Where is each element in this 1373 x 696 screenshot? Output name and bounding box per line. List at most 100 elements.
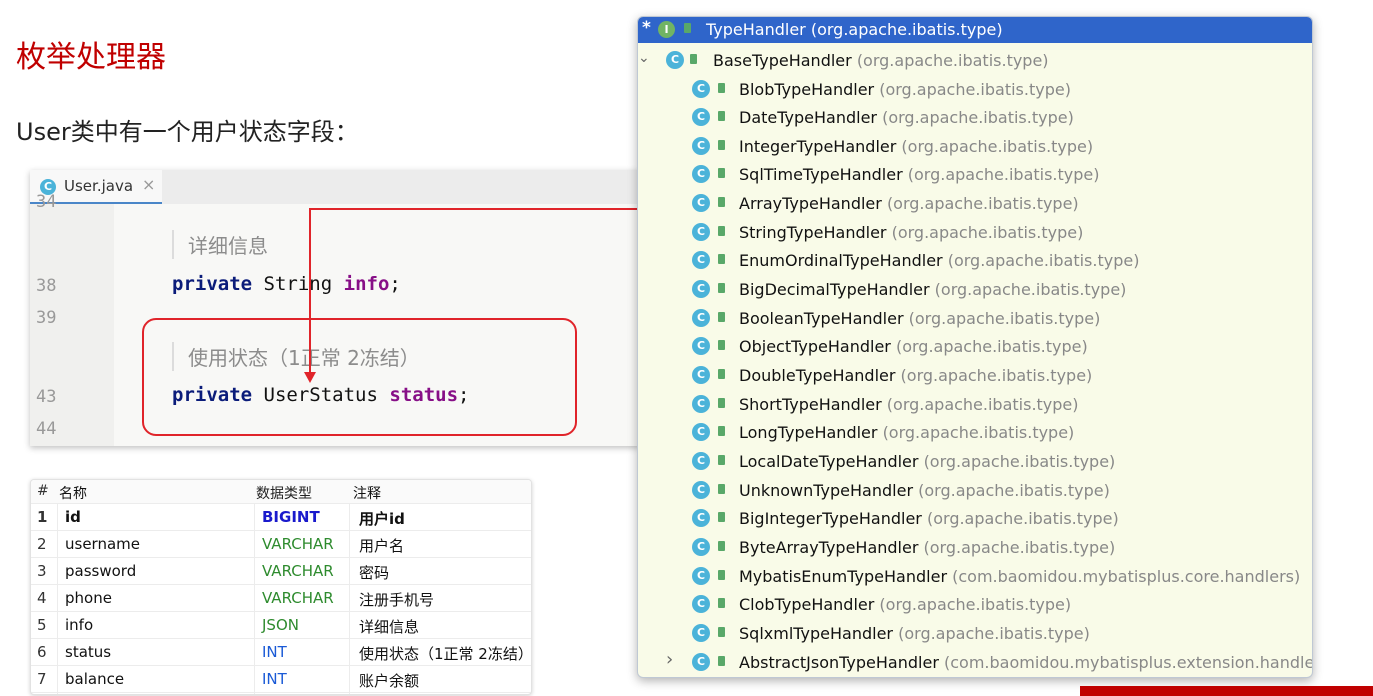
class-package: (org.apache.ibatis.type) <box>926 509 1119 529</box>
tree-item-label: UnknownTypeHandler (org.apache.ibatis.ty… <box>739 481 1110 500</box>
public-lock-icon <box>718 311 725 322</box>
table-row[interactable]: 6 status INT 使用状态（1正常 2冻结） <box>31 639 531 666</box>
table-row[interactable]: 2 username VARCHAR 用户名 <box>31 531 531 558</box>
interface-icon: I <box>658 21 675 38</box>
public-lock-icon <box>718 426 725 437</box>
class-icon: C <box>692 79 710 98</box>
footer-decoration <box>1080 686 1373 696</box>
tree-item[interactable]: C ByteArrayTypeHandler (org.apache.ibatis… <box>638 534 1312 562</box>
column-note: 注册手机号 <box>359 591 435 609</box>
row-index: 7 <box>37 670 47 688</box>
tree-item[interactable]: C BlobTypeHandler (org.apache.ibatis.type… <box>638 76 1312 104</box>
tree-item[interactable]: C BooleanTypeHandler (org.apache.ibatis.t… <box>638 305 1312 333</box>
hierarchy-header[interactable]: * I TypeHandler (org.apache.ibatis.type) <box>638 17 1312 43</box>
editor-tabbar: C User.java × <box>30 170 640 205</box>
interface-name: TypeHandler <box>706 20 806 39</box>
tree-item[interactable]: C ShortTypeHandler (org.apache.ibatis.typ… <box>638 391 1312 419</box>
table-row[interactable]: 4 phone VARCHAR 注册手机号 <box>31 585 531 612</box>
column-name: status <box>65 643 112 661</box>
class-package: (org.apache.ibatis.type) <box>882 108 1074 128</box>
public-lock-icon <box>718 225 725 236</box>
column-name: phone <box>65 589 112 607</box>
public-lock-icon <box>718 626 725 637</box>
class-icon: C <box>692 337 710 356</box>
tree-item-label: BigIntegerTypeHandler (org.apache.ibatis… <box>739 509 1119 528</box>
close-icon[interactable]: × <box>142 175 155 194</box>
tree-item[interactable]: C ArrayTypeHandler (org.apache.ibatis.typ… <box>638 190 1312 218</box>
column-name: password <box>65 562 137 580</box>
tree-item[interactable]: C BigDecimalTypeHandler (org.apache.ibati… <box>638 276 1312 304</box>
tree-item[interactable]: › C AbstractJsonTypeHandler (com.baomidou.… <box>638 649 1312 677</box>
class-package: (org.apache.ibatis.type) <box>907 165 1100 185</box>
class-icon: C <box>692 136 710 155</box>
tree-item[interactable]: C DateTypeHandler (org.apache.ibatis.type… <box>638 104 1312 132</box>
class-package: (org.apache.ibatis.type) <box>900 366 1093 385</box>
line-number: 44 <box>36 419 57 439</box>
tree-item-label: LocalDateTypeHandler (org.apache.ibatis.… <box>739 452 1115 471</box>
tree-item[interactable]: C IntegerTypeHandler (org.apache.ibatis.t… <box>638 133 1312 161</box>
tree-item[interactable]: C LocalDateTypeHandler (org.apache.ibatis… <box>638 448 1312 476</box>
tree-item-base[interactable]: ⌄ C BaseTypeHandler (org.apache.ibatis.t… <box>638 47 1312 75</box>
class-name: BigDecimalTypeHandler <box>739 280 930 300</box>
public-lock-icon <box>718 254 725 265</box>
tree-item[interactable]: C SqlTimeTypeHandler (org.apache.ibatis.t… <box>638 161 1312 189</box>
class-name: SqlTimeTypeHandler <box>739 165 903 185</box>
tab-label: User.java <box>64 177 134 195</box>
class-name: LocalDateTypeHandler <box>739 451 919 471</box>
class-package: (org.apache.ibatis.type) <box>879 595 1072 615</box>
header-name[interactable]: 名称 <box>59 483 87 503</box>
class-name: ShortTypeHandler <box>739 394 882 414</box>
public-lock-icon <box>718 168 725 179</box>
class-icon: C <box>666 51 684 69</box>
column-type: JSON <box>262 616 299 634</box>
row-index: 6 <box>37 643 47 661</box>
tree-item[interactable]: C ClobTypeHandler (org.apache.ibatis.type… <box>638 591 1312 619</box>
tree-item[interactable]: C UnknownTypeHandler (org.apache.ibatis.t… <box>638 477 1312 505</box>
tree-item-label: BaseTypeHandler (org.apache.ibatis.type) <box>713 51 1049 70</box>
public-lock-icon <box>718 454 725 465</box>
tree-item[interactable]: C BigIntegerTypeHandler (org.apache.ibati… <box>638 505 1312 533</box>
class-package: (org.apache.ibatis.type) <box>923 451 1116 471</box>
class-name: SqlxmlTypeHandler <box>739 623 894 643</box>
class-name: BlobTypeHandler <box>739 79 875 99</box>
public-lock-icon <box>718 197 725 208</box>
class-package: (org.apache.ibatis.type) <box>891 222 1084 242</box>
tree-item[interactable]: C StringTypeHandler (org.apache.ibatis.ty… <box>638 219 1312 247</box>
class-icon: C <box>692 595 710 614</box>
tree-item-label: StringTypeHandler (org.apache.ibatis.typ… <box>739 223 1083 242</box>
chevron-down-icon[interactable]: ⌄ <box>638 50 650 66</box>
class-package: (org.apache.ibatis.type) <box>856 51 1049 70</box>
row-index: 1 <box>37 508 48 526</box>
tree-item[interactable]: C LongTypeHandler (org.apache.ibatis.type… <box>638 419 1312 447</box>
column-type: BIGINT <box>262 508 320 526</box>
table-row[interactable]: 1 id BIGINT 用户id <box>31 504 531 531</box>
line-number: 38 <box>36 276 57 296</box>
header-note[interactable]: 注释 <box>353 483 381 503</box>
table-row[interactable]: 3 password VARCHAR 密码 <box>31 558 531 585</box>
keyword: private <box>172 273 253 295</box>
class-package: (org.apache.ibatis.type) <box>879 79 1071 99</box>
class-icon: C <box>692 566 710 585</box>
class-name: DoubleTypeHandler <box>739 366 896 385</box>
tree-item[interactable]: C MybatisEnumTypeHandler (com.baomidou.my… <box>638 563 1312 591</box>
header-type[interactable]: 数据类型 <box>256 483 312 503</box>
class-package: (org.apache.ibatis.type) <box>947 251 1140 271</box>
public-lock-icon <box>718 111 725 122</box>
class-icon: C <box>692 222 710 241</box>
class-icon: C <box>692 394 710 413</box>
header-index[interactable]: # <box>37 483 49 499</box>
column-note: 用户id <box>359 510 405 528</box>
tree-item-label: BooleanTypeHandler (org.apache.ibatis.ty… <box>739 309 1100 328</box>
column-name: balance <box>65 670 125 688</box>
tree-item[interactable]: C DoubleTypeHandler (org.apache.ibatis.ty… <box>638 362 1312 390</box>
tree-item[interactable]: C ObjectTypeHandler (org.apache.ibatis.ty… <box>638 333 1312 361</box>
chevron-right-icon[interactable]: › <box>666 649 673 670</box>
public-lock-icon <box>684 23 691 33</box>
tree-item[interactable]: C SqlxmlTypeHandler (org.apache.ibatis.ty… <box>638 620 1312 648</box>
table-row[interactable]: 5 info JSON 详细信息 <box>31 612 531 639</box>
tree-item[interactable]: C EnumOrdinalTypeHandler (org.apache.ibat… <box>638 247 1312 275</box>
table-row[interactable]: 7 balance INT 账户余额 <box>31 666 531 693</box>
slide-subtitle: User类中有一个用户状态字段： <box>16 118 359 146</box>
class-name: UnknownTypeHandler <box>739 480 914 500</box>
tree-item-label: SqlxmlTypeHandler (org.apache.ibatis.typ… <box>739 624 1090 643</box>
